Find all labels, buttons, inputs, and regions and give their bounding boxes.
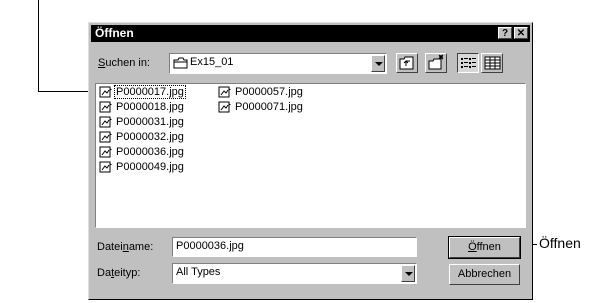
details-view-icon <box>484 56 501 70</box>
callout-open-label: Öffnen <box>539 235 581 251</box>
filetype-select[interactable]: All Types <box>172 263 417 284</box>
file-item[interactable]: P0000032.jpg <box>99 131 185 145</box>
look-in-dropdown-button[interactable] <box>371 55 385 72</box>
image-file-icon <box>99 86 113 98</box>
close-button[interactable]: ✕ <box>514 27 528 39</box>
file-item[interactable]: P0000031.jpg <box>99 116 185 130</box>
filetype-label: Dateityp: <box>97 267 141 279</box>
file-name: P0000018.jpg <box>116 101 184 114</box>
image-file-icon <box>99 161 113 173</box>
list-view-button[interactable] <box>457 53 479 73</box>
file-name: P0000071.jpg <box>235 101 303 114</box>
filetype-dropdown-button[interactable] <box>401 265 415 282</box>
up-folder-button[interactable] <box>396 53 418 73</box>
filename-input[interactable]: P0000036.jpg <box>172 237 417 257</box>
up-folder-icon <box>399 56 414 70</box>
image-file-icon <box>99 116 113 128</box>
look-in-value: Ex15_01 <box>190 56 234 68</box>
file-item[interactable]: P0000017.jpg <box>99 85 186 100</box>
dialog-title: Öffnen <box>95 26 134 40</box>
file-name: P0000049.jpg <box>116 161 184 174</box>
new-folder-button[interactable] <box>425 53 447 73</box>
image-file-icon <box>99 101 113 113</box>
file-item[interactable]: P0000057.jpg <box>218 86 304 100</box>
open-dialog: Öffnen ? ✕ Suchen in: Ex15_01 P0000017.j… <box>88 22 533 300</box>
details-view-button[interactable] <box>481 53 503 73</box>
open-button[interactable]: Öffnen <box>448 236 521 259</box>
file-item[interactable]: P0000049.jpg <box>99 161 185 175</box>
file-list[interactable]: P0000017.jpg P0000018.jpg P0000031.jpg P000… <box>95 83 526 228</box>
file-name: P0000017.jpg <box>114 85 186 100</box>
file-name: P0000031.jpg <box>116 116 184 129</box>
list-view-icon <box>461 58 476 68</box>
image-file-icon <box>218 101 232 113</box>
look-in-combo[interactable]: Ex15_01 <box>169 53 387 74</box>
filename-label: Dateiname: <box>97 241 154 253</box>
file-item[interactable]: P0000018.jpg <box>99 101 185 115</box>
file-name: P0000036.jpg <box>116 146 184 159</box>
callout-line-vertical <box>38 0 39 92</box>
title-bar: Öffnen ? ✕ <box>91 25 530 42</box>
file-item[interactable]: P0000036.jpg <box>99 146 185 160</box>
help-button[interactable]: ? <box>498 27 512 39</box>
image-file-icon <box>99 146 113 158</box>
look-in-label: Suchen in: <box>98 57 150 69</box>
new-folder-icon <box>428 54 444 70</box>
image-file-icon <box>218 86 232 98</box>
cancel-button[interactable]: Abbrechen <box>449 264 520 285</box>
folder-icon <box>173 57 188 69</box>
filetype-value: All Types <box>176 266 221 278</box>
image-file-icon <box>99 131 113 143</box>
file-item[interactable]: P0000071.jpg <box>218 101 304 115</box>
file-name: P0000032.jpg <box>116 131 184 144</box>
filename-value: P0000036.jpg <box>176 240 244 252</box>
file-name: P0000057.jpg <box>235 86 303 99</box>
